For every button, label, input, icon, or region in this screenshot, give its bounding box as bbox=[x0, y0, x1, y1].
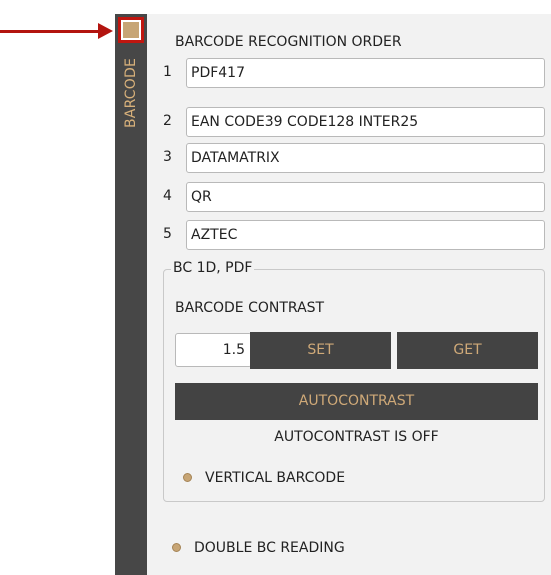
order-field-1[interactable]: PDF417 bbox=[186, 58, 545, 88]
order-number: 2 bbox=[163, 113, 172, 129]
order-number: 4 bbox=[163, 188, 172, 204]
contrast-value-field[interactable]: 1.5 bbox=[175, 333, 252, 367]
recognition-order-title: BARCODE RECOGNITION ORDER bbox=[175, 34, 402, 50]
order-field-3[interactable]: DATAMATRIX bbox=[186, 143, 545, 173]
order-row-2: 2 EAN CODE39 CODE128 INTER25 bbox=[163, 107, 545, 137]
annotation-arrow-line bbox=[0, 30, 102, 33]
annotation-arrow-head bbox=[98, 23, 113, 39]
order-row-4: 4 QR bbox=[163, 182, 545, 212]
barcode-contrast-label: BARCODE CONTRAST bbox=[175, 300, 325, 316]
autocontrast-status: AUTOCONTRAST IS OFF bbox=[274, 429, 439, 445]
order-field-4[interactable]: QR bbox=[186, 182, 545, 212]
barcode-settings-screenshot: BARCODE BARCODE RECOGNITION ORDER 1 PDF4… bbox=[0, 0, 551, 575]
set-button[interactable]: SET bbox=[250, 332, 391, 369]
bc-group-title: BC 1D, PDF bbox=[171, 260, 255, 276]
order-field-2[interactable]: EAN CODE39 CODE128 INTER25 bbox=[186, 107, 545, 137]
get-button[interactable]: GET bbox=[397, 332, 538, 369]
order-number: 3 bbox=[163, 149, 172, 165]
double-bc-reading-label: DOUBLE BC READING bbox=[194, 540, 345, 556]
order-row-5: 5 AZTEC bbox=[163, 220, 545, 250]
autocontrast-button[interactable]: AUTOCONTRAST bbox=[175, 383, 538, 420]
order-number: 5 bbox=[163, 226, 172, 242]
radio-dot-icon bbox=[183, 473, 192, 482]
tab-color-swatch bbox=[123, 22, 139, 38]
radio-dot-icon bbox=[172, 543, 181, 552]
order-field-5[interactable]: AZTEC bbox=[186, 220, 545, 250]
vertical-barcode-label: VERTICAL BARCODE bbox=[205, 470, 346, 486]
order-row-1: 1 PDF417 bbox=[163, 58, 545, 88]
order-row-3: 3 DATAMATRIX bbox=[163, 143, 545, 173]
order-number: 1 bbox=[163, 64, 172, 80]
barcode-tab-label[interactable]: BARCODE bbox=[120, 38, 142, 128]
